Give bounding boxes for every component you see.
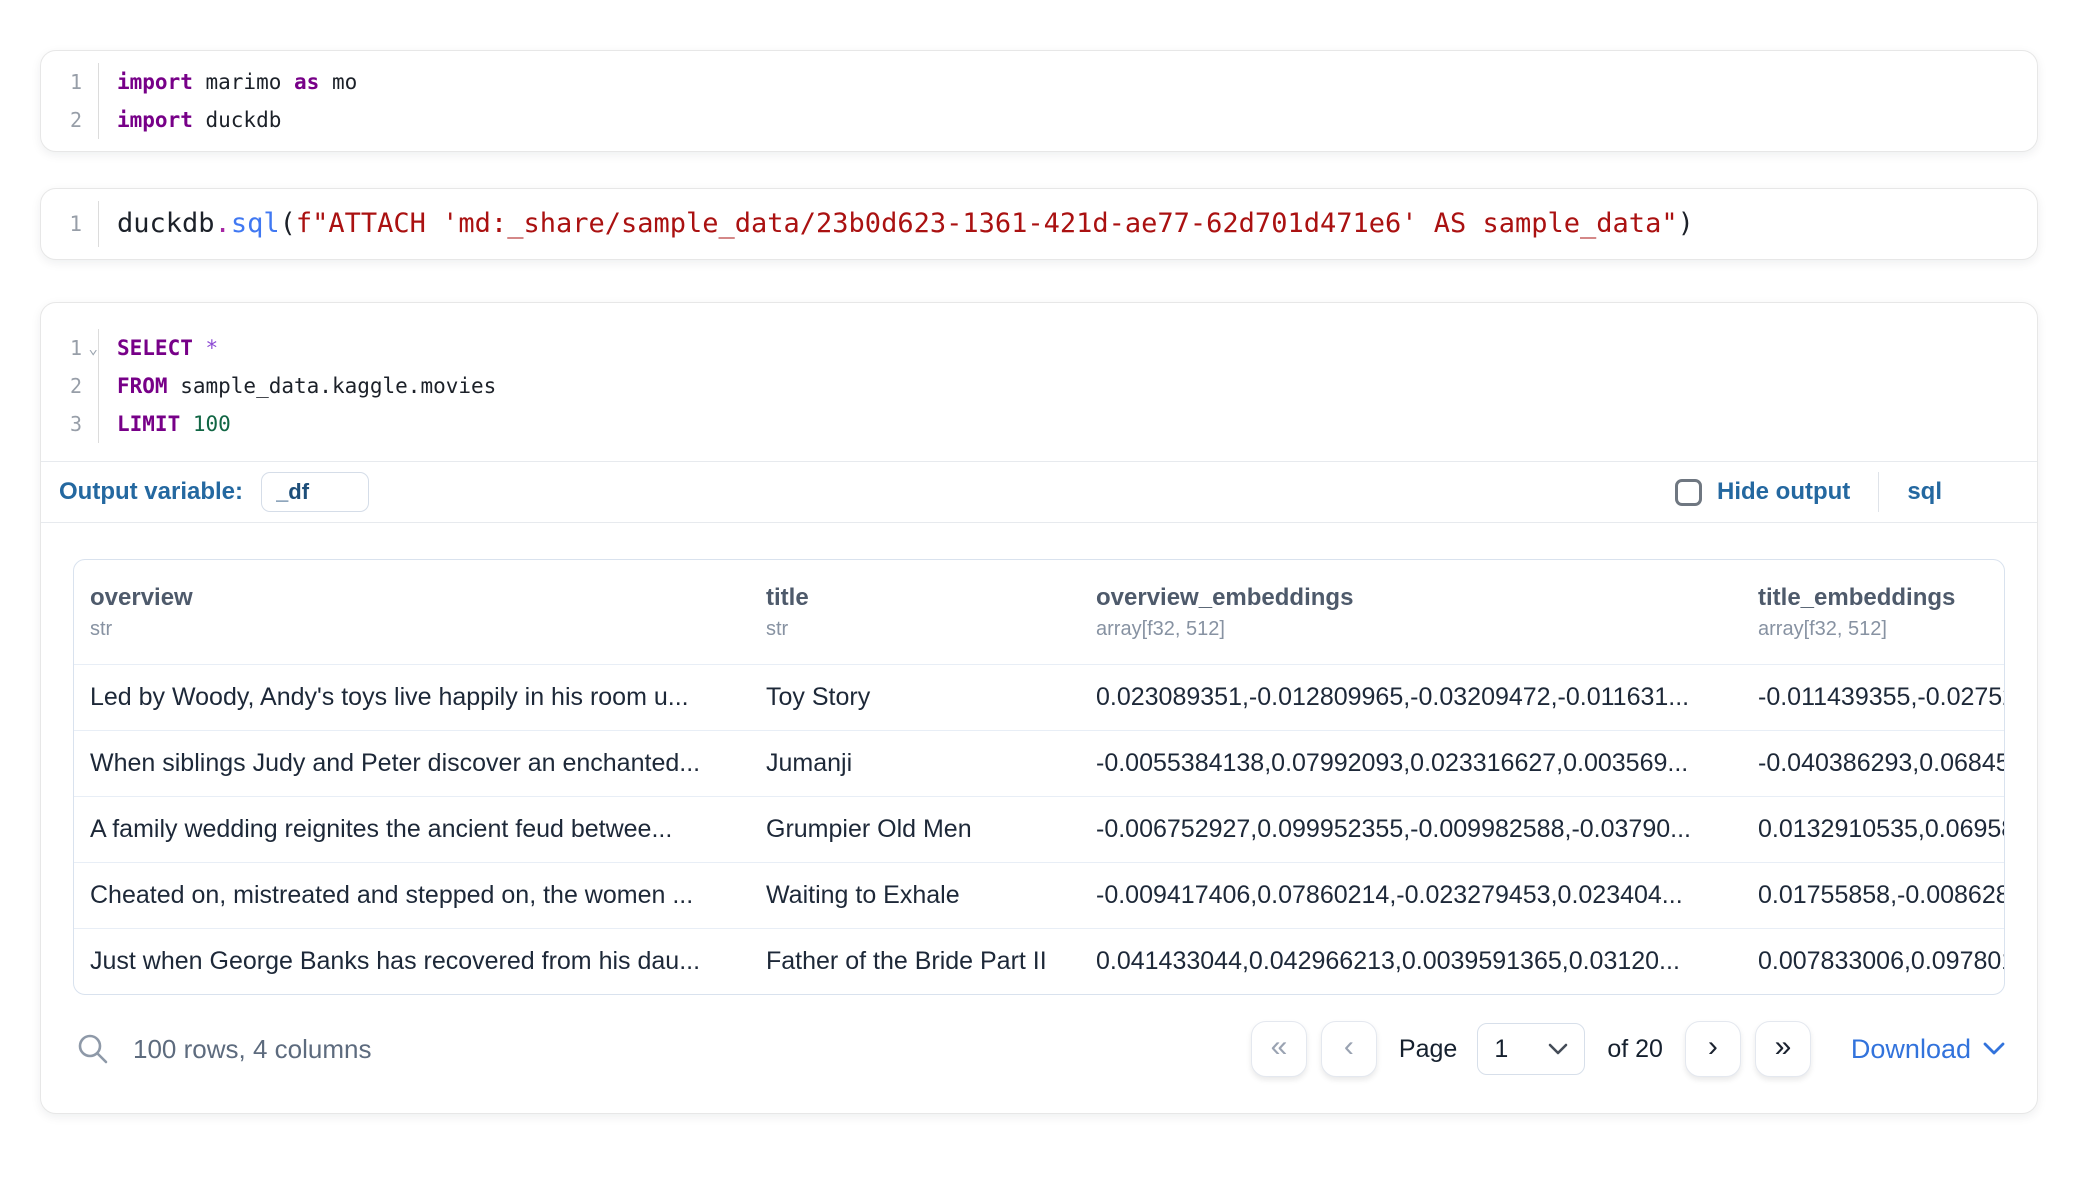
table-cell: Just when George Banks has recovered fro… — [74, 947, 750, 976]
page-number-select[interactable]: 1 — [1477, 1023, 1585, 1075]
row-count-summary: 100 rows, 4 columns — [133, 1034, 371, 1065]
next-page-icon: › — [1708, 1032, 1718, 1062]
table-cell: 0.0132910535,0.06958 — [1742, 815, 2004, 844]
vertical-divider — [1878, 472, 1879, 512]
code-cell-imports: 1import marimo as mo2import duckdb — [40, 50, 2038, 152]
code-editor[interactable]: 1import marimo as mo2import duckdb — [41, 63, 2037, 139]
pagination: « ‹ Page 1 of 20 › » — [1251, 1021, 2005, 1077]
code-text: FROM sample_data.kaggle.movies — [99, 367, 496, 405]
table-row[interactable]: Just when George Banks has recovered fro… — [74, 928, 2004, 994]
table-header: overviewstrtitlestroverview_embeddingsar… — [74, 560, 2004, 664]
table-row[interactable]: Led by Woody, Andy's toys live happily i… — [74, 664, 2004, 730]
table-row[interactable]: Cheated on, mistreated and stepped on, t… — [74, 862, 2004, 928]
line-number: 1 — [41, 63, 99, 101]
table-cell: Grumpier Old Men — [750, 815, 1080, 844]
next-page-button[interactable]: › — [1685, 1021, 1741, 1077]
page-number-value: 1 — [1494, 1035, 1508, 1064]
table-cell: 0.01755858,-0.0086286 — [1742, 881, 2004, 910]
table-row[interactable]: When siblings Judy and Peter discover an… — [74, 730, 2004, 796]
previous-page-button[interactable]: ‹ — [1321, 1021, 1377, 1077]
column-name: title — [766, 582, 1080, 614]
hide-output-checkbox[interactable] — [1675, 479, 1702, 506]
line-number: 2 — [41, 101, 99, 139]
table-cell: Father of the Bride Part II — [750, 947, 1080, 976]
last-page-button[interactable]: » — [1755, 1021, 1811, 1077]
code-text: import duckdb — [99, 101, 281, 139]
table-cell: Toy Story — [750, 683, 1080, 712]
table-cell: -0.009417406,0.07860214,-0.023279453,0.0… — [1080, 881, 1742, 910]
column-header[interactable]: overview_embeddingsarray[f32, 512] — [1080, 582, 1742, 644]
notebook-page: 1import marimo as mo2import duckdb 1duck… — [0, 50, 2086, 1192]
code-text: SELECT * — [99, 329, 218, 367]
previous-page-icon: ‹ — [1344, 1032, 1354, 1062]
first-page-icon: « — [1271, 1032, 1288, 1062]
table-cell: Led by Woody, Andy's toys live happily i… — [74, 683, 750, 712]
line-number: 2 — [41, 367, 99, 405]
total-pages-label: of 20 — [1607, 1035, 1663, 1064]
cell-divider — [41, 522, 2037, 523]
code-cell-sql: 1⌄SELECT *2FROM sample_data.kaggle.movie… — [40, 302, 2038, 1114]
table-cell: Cheated on, mistreated and stepped on, t… — [74, 881, 750, 910]
code-cell-attach: 1duckdb.sql(f"ATTACH 'md:_share/sample_d… — [40, 188, 2038, 260]
download-label: Download — [1851, 1034, 1971, 1065]
line-number: 3 — [41, 405, 99, 443]
chevron-down-icon — [1983, 1042, 2005, 1056]
table-cell: -0.006752927,0.099952355,-0.009982588,-0… — [1080, 815, 1742, 844]
code-line: 1duckdb.sql(f"ATTACH 'md:_share/sample_d… — [41, 201, 2037, 247]
result-table: overviewstrtitlestroverview_embeddingsar… — [73, 559, 2005, 995]
last-page-icon: » — [1775, 1032, 1792, 1062]
page-label: Page — [1399, 1035, 1457, 1064]
table-cell: Waiting to Exhale — [750, 881, 1080, 910]
output-variable-bar: Output variable: Hide output sql — [41, 462, 2037, 522]
code-editor[interactable]: 1⌄SELECT *2FROM sample_data.kaggle.movie… — [41, 329, 2037, 443]
column-name: overview — [90, 582, 750, 614]
fold-chevron-icon[interactable]: ⌄ — [88, 341, 98, 357]
chevron-down-icon — [1548, 1043, 1568, 1056]
column-header[interactable]: title_embeddingsarray[f32, 512] — [1742, 582, 2004, 644]
code-text: import marimo as mo — [99, 63, 357, 101]
search-icon — [75, 1031, 111, 1067]
table-row[interactable]: A family wedding reignites the ancient f… — [74, 796, 2004, 862]
table-cell: When siblings Judy and Peter discover an… — [74, 749, 750, 778]
table-cell: 0.023089351,-0.012809965,-0.03209472,-0.… — [1080, 683, 1742, 712]
table-footer: 100 rows, 4 columns « ‹ Page 1 of 20 — [41, 995, 2037, 1107]
line-number: 1 — [41, 201, 99, 247]
code-text: LIMIT 100 — [99, 405, 231, 443]
code-line: 2import duckdb — [41, 101, 2037, 139]
cell-language-label: sql — [1907, 478, 1942, 506]
code-editor[interactable]: 1duckdb.sql(f"ATTACH 'md:_share/sample_d… — [41, 201, 2037, 247]
table-cell: 0.007833006,0.097801 — [1742, 947, 2004, 976]
hide-output-label: Hide output — [1717, 478, 1850, 506]
column-dtype: array[f32, 512] — [1096, 614, 1742, 644]
column-dtype: str — [766, 614, 1080, 644]
table-cell: A family wedding reignites the ancient f… — [74, 815, 750, 844]
column-header[interactable]: overviewstr — [74, 582, 750, 644]
table-body: Led by Woody, Andy's toys live happily i… — [74, 664, 2004, 994]
first-page-button[interactable]: « — [1251, 1021, 1307, 1077]
output-variable-input[interactable] — [261, 472, 369, 512]
code-line: 3LIMIT 100 — [41, 405, 2037, 443]
column-name: overview_embeddings — [1096, 582, 1742, 614]
column-dtype: array[f32, 512] — [1758, 614, 2004, 644]
column-name: title_embeddings — [1758, 582, 2004, 614]
table-cell: 0.041433044,0.042966213,0.0039591365,0.0… — [1080, 947, 1742, 976]
output-variable-label: Output variable: — [59, 478, 243, 506]
code-line: 1⌄SELECT * — [41, 329, 2037, 367]
table-cell: -0.011439355,-0.02752 — [1742, 683, 2004, 712]
code-text: duckdb.sql(f"ATTACH 'md:_share/sample_da… — [99, 201, 1694, 247]
search-button[interactable] — [73, 1029, 113, 1069]
code-line: 2FROM sample_data.kaggle.movies — [41, 367, 2037, 405]
table-cell: -0.040386293,0.068451 — [1742, 749, 2004, 778]
column-dtype: str — [90, 614, 750, 644]
download-button[interactable]: Download — [1851, 1034, 2005, 1065]
code-line: 1import marimo as mo — [41, 63, 2037, 101]
table-cell: Jumanji — [750, 749, 1080, 778]
line-number: 1⌄ — [41, 329, 99, 367]
table-cell: -0.0055384138,0.07992093,0.023316627,0.0… — [1080, 749, 1742, 778]
column-header[interactable]: titlestr — [750, 582, 1080, 644]
